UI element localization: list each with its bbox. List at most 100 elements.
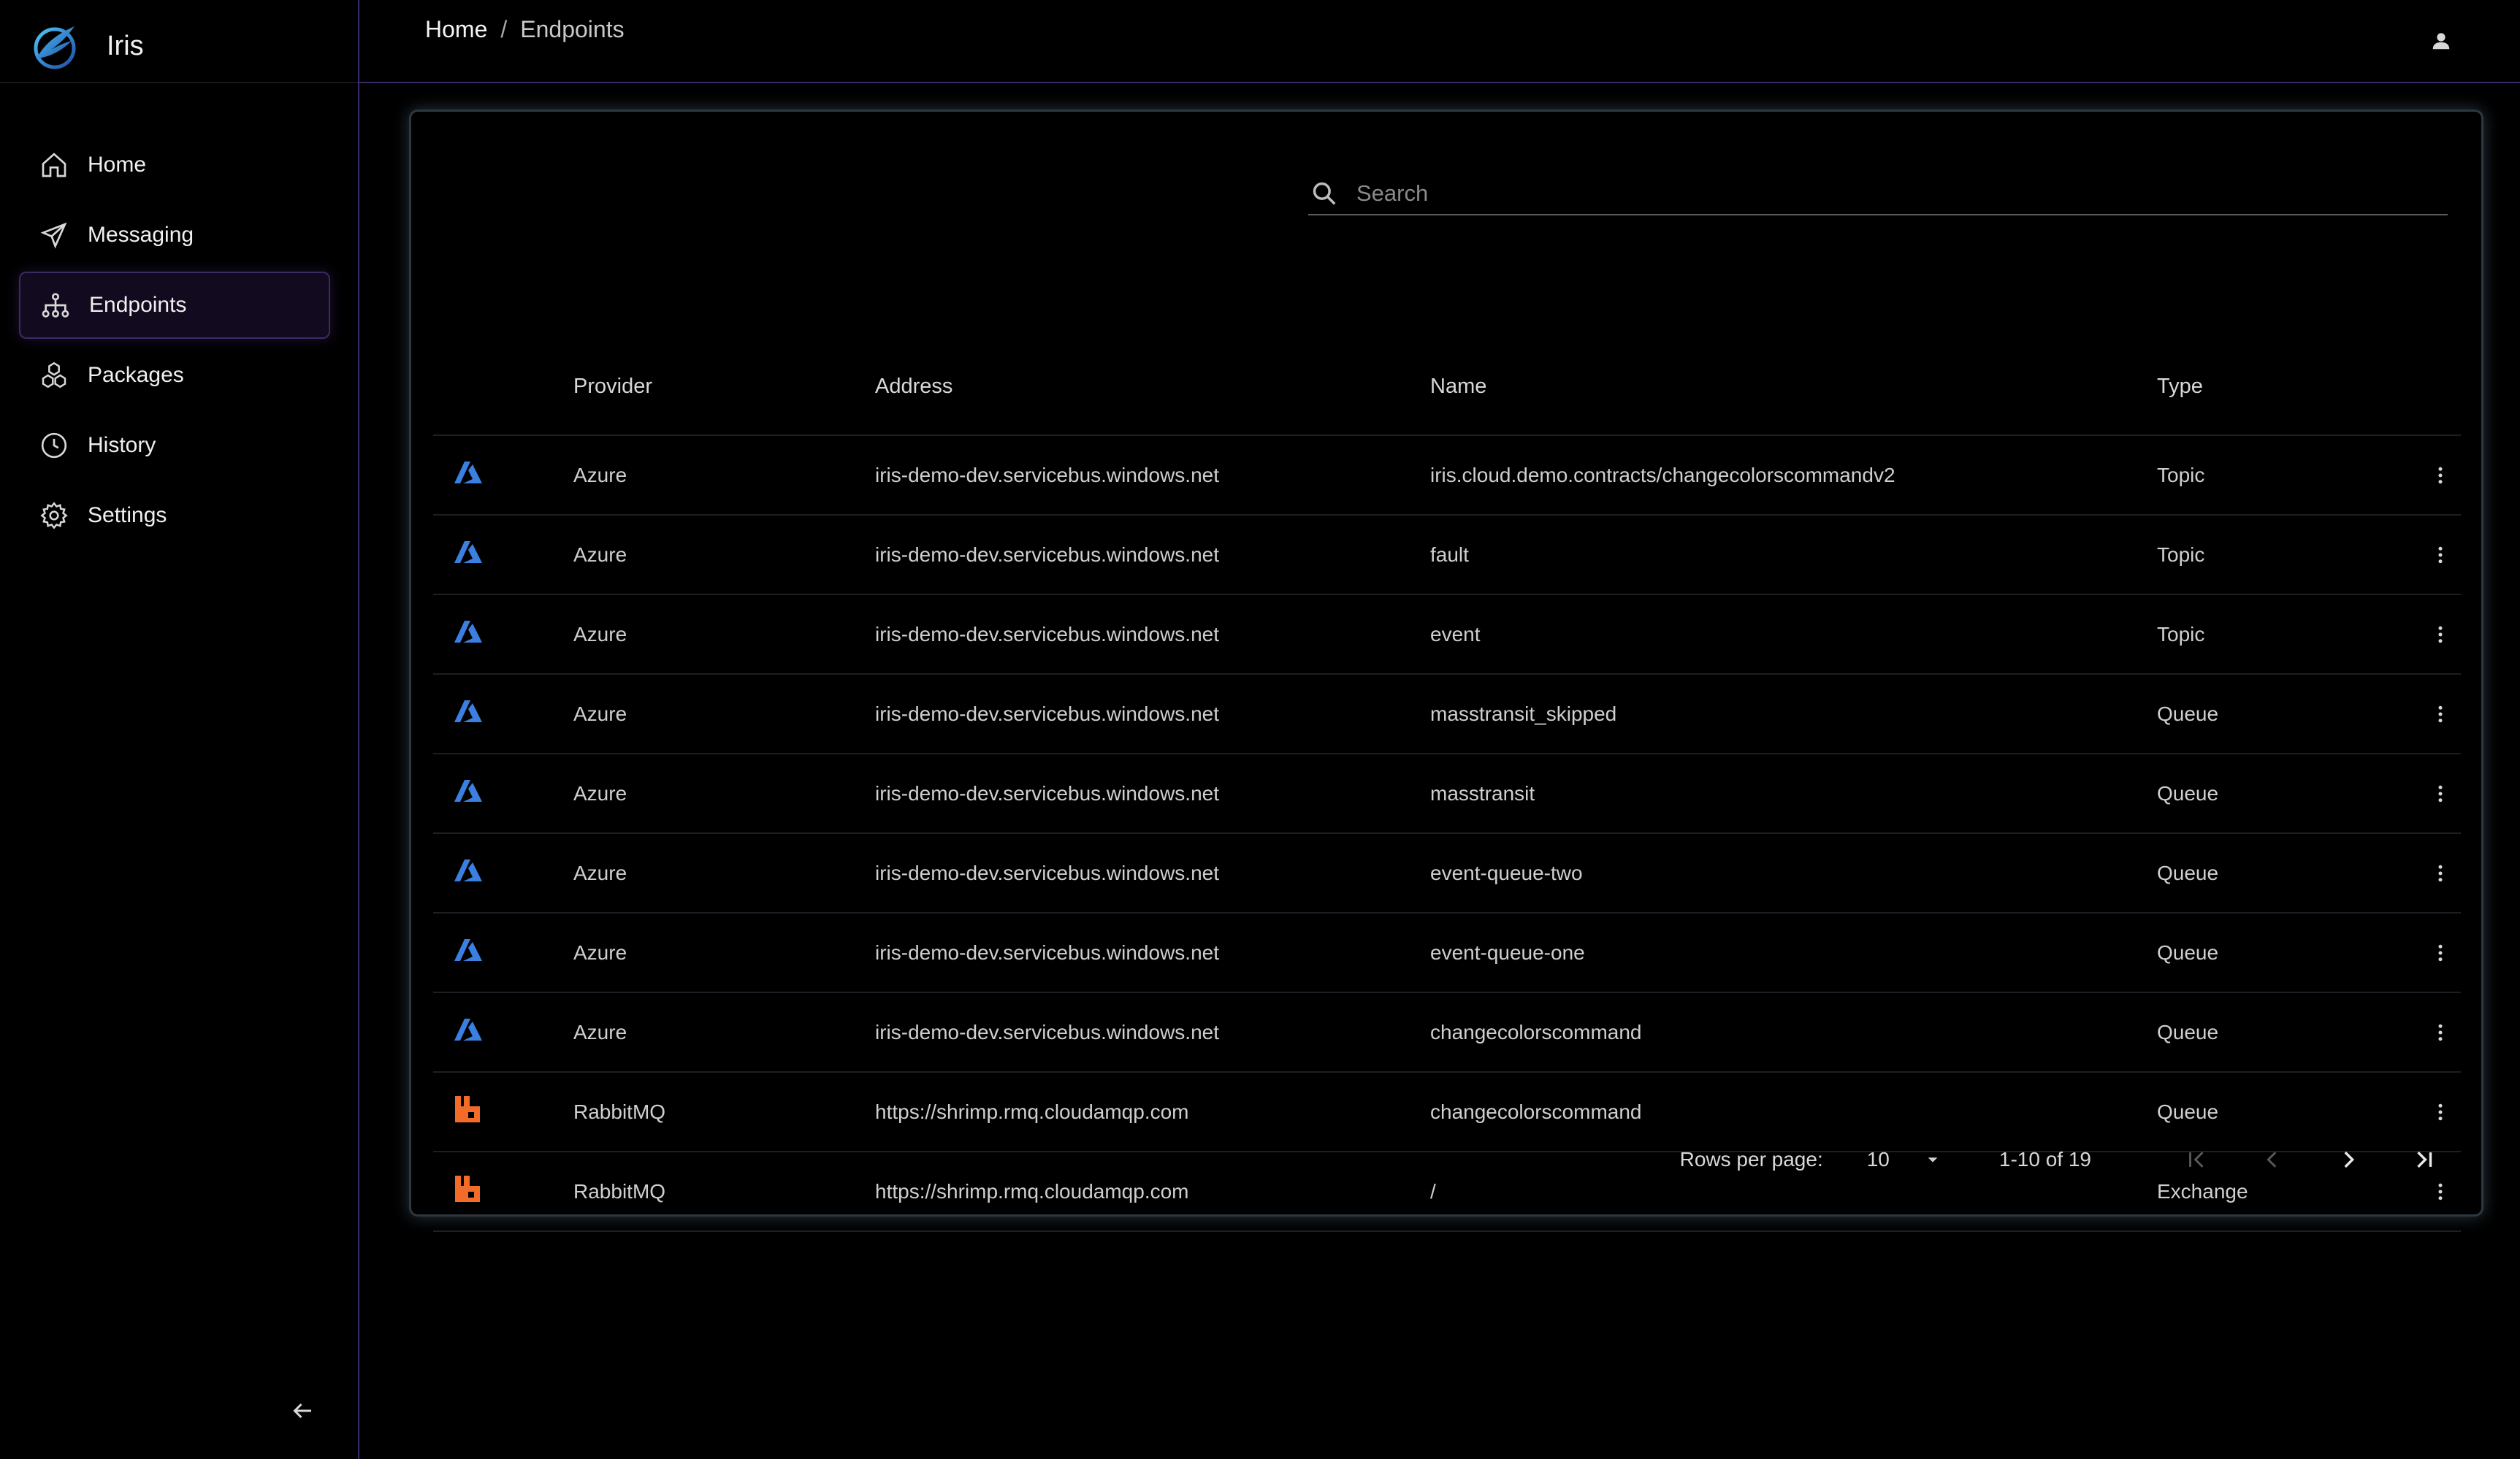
column-header-address[interactable]: Address bbox=[875, 338, 1430, 436]
search-icon bbox=[1308, 177, 1340, 210]
table-row[interactable]: Azure iris-demo-dev.servicebus.windows.ne… bbox=[433, 833, 2461, 914]
search-input[interactable] bbox=[1355, 175, 2448, 212]
more-vert-icon[interactable] bbox=[2424, 778, 2456, 810]
actions-cell bbox=[2420, 754, 2461, 834]
more-vert-icon[interactable] bbox=[2424, 619, 2456, 651]
user-account-button[interactable] bbox=[2425, 25, 2457, 57]
provider-cell: Azure bbox=[573, 594, 875, 675]
provider-cell: Azure bbox=[573, 833, 875, 914]
type-cell: Queue bbox=[2157, 754, 2420, 834]
table-row[interactable]: Azure iris-demo-dev.servicebus.windows.ne… bbox=[433, 594, 2461, 675]
column-header-provider[interactable]: Provider bbox=[573, 338, 875, 436]
provider-cell: RabbitMQ bbox=[573, 1152, 875, 1232]
more-vert-icon[interactable] bbox=[2424, 1016, 2456, 1049]
more-vert-icon[interactable] bbox=[2424, 937, 2456, 969]
rabbitmq-icon bbox=[454, 1176, 481, 1208]
provider-cell: Azure bbox=[573, 913, 875, 993]
actions-cell bbox=[2420, 992, 2461, 1073]
sidebar-item-label: Packages bbox=[88, 363, 184, 387]
actions-cell bbox=[2420, 674, 2461, 754]
more-vert-icon[interactable] bbox=[2424, 459, 2456, 491]
address-cell: iris-demo-dev.servicebus.windows.net bbox=[875, 992, 1430, 1073]
more-vert-icon[interactable] bbox=[2424, 698, 2456, 730]
last-page-icon bbox=[2417, 1151, 2432, 1168]
first-page-button[interactable] bbox=[2175, 1138, 2218, 1182]
address-cell: https://shrimp.rmq.cloudamqp.com bbox=[875, 1152, 1430, 1232]
search-bar bbox=[1308, 173, 2448, 215]
provider-cell: RabbitMQ bbox=[573, 1072, 875, 1152]
sidebar-item-label: Endpoints bbox=[89, 293, 187, 317]
endpoints-card: Provider Address Name Type Azureiris-dem… bbox=[409, 110, 2483, 1232]
last-page-button[interactable] bbox=[2402, 1138, 2446, 1182]
app-name: Iris bbox=[107, 30, 144, 61]
rabbitmq-icon bbox=[454, 1096, 481, 1128]
first-page-icon bbox=[2189, 1152, 2204, 1168]
table-header-row: Provider Address Name Type bbox=[433, 338, 2461, 436]
sidebar-item-history[interactable]: History bbox=[19, 412, 330, 479]
sidebar-item-messaging[interactable]: Messaging bbox=[19, 202, 330, 269]
sidebar-item-home[interactable]: Home bbox=[19, 131, 330, 199]
rows-per-page-value: 10 bbox=[1866, 1148, 1890, 1171]
chevron-right-icon bbox=[2344, 1151, 2355, 1168]
sidebar-item-packages[interactable]: Packages bbox=[19, 342, 330, 409]
actions-cell bbox=[2420, 435, 2461, 516]
collapse-sidebar-button[interactable] bbox=[286, 1395, 318, 1427]
header-icon-cell bbox=[433, 338, 573, 436]
table-row[interactable]: Azure iris-demo-dev.servicebus.windows.ne… bbox=[433, 754, 2461, 834]
address-cell: iris-demo-dev.servicebus.windows.net bbox=[875, 435, 1430, 516]
previous-page-button[interactable] bbox=[2250, 1138, 2294, 1182]
azure-icon bbox=[454, 462, 483, 489]
more-vert-icon[interactable] bbox=[2424, 1096, 2456, 1128]
table-row[interactable]: Azure iris-demo-dev.servicebus.windows.ne… bbox=[433, 435, 2461, 516]
actions-cell bbox=[2420, 913, 2461, 993]
provider-cell: Azure bbox=[573, 435, 875, 516]
network-icon bbox=[39, 289, 72, 321]
address-cell: iris-demo-dev.servicebus.windows.net bbox=[875, 833, 1430, 914]
sidebar-item-endpoints[interactable]: Endpoints bbox=[19, 272, 330, 339]
table-row[interactable]: Azure iris-demo-dev.servicebus.windows.ne… bbox=[433, 515, 2461, 595]
breadcrumb-home-link[interactable]: Home bbox=[425, 16, 487, 43]
header-actions-cell bbox=[2420, 338, 2461, 436]
next-page-button[interactable] bbox=[2326, 1138, 2370, 1182]
name-cell: fault bbox=[1430, 515, 2157, 595]
provider-icon-cell bbox=[433, 754, 573, 834]
chevron-left-icon bbox=[2267, 1152, 2277, 1168]
type-cell: Topic bbox=[2157, 594, 2420, 675]
column-header-type[interactable]: Type bbox=[2157, 338, 2420, 436]
sidebar-item-settings[interactable]: Settings bbox=[19, 482, 330, 549]
more-vert-icon[interactable] bbox=[2424, 539, 2456, 571]
table-body: Azure iris-demo-dev.servicebus.windows.ne… bbox=[433, 435, 2461, 1232]
azure-icon bbox=[454, 859, 483, 887]
table-row[interactable]: Azure iris-demo-dev.servicebus.windows.ne… bbox=[433, 674, 2461, 754]
iris-logo-icon bbox=[34, 26, 76, 69]
table-row[interactable]: Azure iris-demo-dev.servicebus.windows.ne… bbox=[433, 913, 2461, 993]
azure-icon bbox=[454, 621, 483, 648]
actions-cell bbox=[2420, 833, 2461, 914]
azure-icon bbox=[454, 780, 483, 808]
endpoints-table: Provider Address Name Type Azure iris-dem… bbox=[433, 338, 2461, 1232]
provider-icon-cell bbox=[433, 913, 573, 993]
sidebar-item-label: Home bbox=[88, 153, 147, 177]
address-cell: iris-demo-dev.servicebus.windows.net bbox=[875, 515, 1430, 595]
rows-per-page-select[interactable]: 10 bbox=[1867, 1148, 1941, 1171]
address-cell: iris-demo-dev.servicebus.windows.net bbox=[875, 594, 1430, 675]
rows-per-page-label: Rows per page: bbox=[1679, 1148, 1823, 1171]
azure-icon bbox=[454, 939, 483, 967]
breadcrumb-current: Endpoints bbox=[520, 16, 625, 42]
sidebar-nav: Home Messaging Endpoints Packages Histor… bbox=[19, 131, 330, 552]
type-cell: Queue bbox=[2157, 674, 2420, 754]
brand-divider bbox=[0, 82, 358, 83]
provider-cell: Azure bbox=[573, 515, 875, 595]
type-cell: Topic bbox=[2157, 515, 2420, 595]
caret-down-icon bbox=[1928, 1157, 1938, 1163]
brand[interactable]: Iris bbox=[29, 15, 144, 77]
provider-icon-cell bbox=[433, 674, 573, 754]
table-row[interactable]: Azure iris-demo-dev.servicebus.windows.ne… bbox=[433, 992, 2461, 1073]
provider-icon-cell bbox=[433, 833, 573, 914]
more-vert-icon[interactable] bbox=[2424, 857, 2456, 889]
name-cell: event-queue-one bbox=[1430, 913, 2157, 993]
top-header: Home / Endpoints bbox=[359, 0, 2520, 83]
send-icon bbox=[38, 219, 70, 251]
column-header-name[interactable]: Name bbox=[1430, 338, 2157, 436]
provider-icon-cell bbox=[433, 594, 573, 675]
